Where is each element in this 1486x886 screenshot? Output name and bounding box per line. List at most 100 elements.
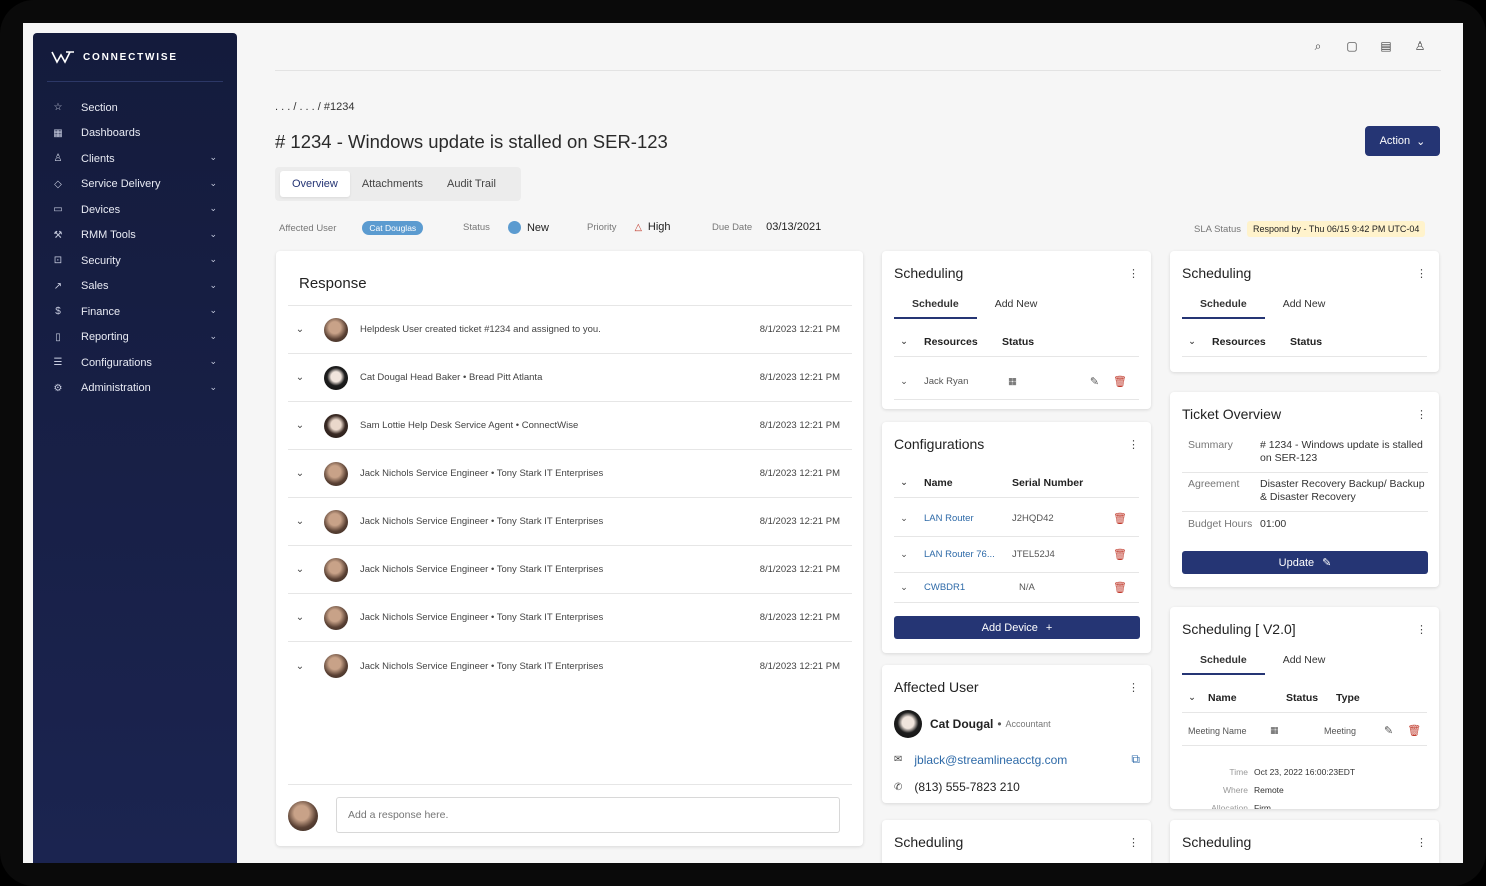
chevron-down-icon[interactable]: ⌄ [288, 661, 312, 672]
chevron-down-icon[interactable]: ⌄ [894, 376, 914, 387]
chevron-down-icon[interactable]: ⌄ [1182, 692, 1202, 703]
tab-schedule[interactable]: Schedule [894, 293, 977, 319]
chevron-down-icon[interactable]: ⌄ [288, 612, 312, 623]
more-vertical-icon[interactable]: ⋮ [1416, 836, 1427, 849]
chat-icon[interactable]: ▢ [1345, 39, 1359, 54]
scheduling-card: Scheduling ⋮ [882, 820, 1151, 863]
sidebar-item-dashboards[interactable]: ▦ Dashboards [33, 121, 237, 147]
plus-icon: + [1045, 621, 1053, 634]
email-link[interactable]: jblack@streamlineacctg.com [914, 753, 1067, 767]
separator-dot: • [997, 717, 1002, 731]
response-row[interactable]: ⌄ Jack Nichols Service Engineer • Tony St… [288, 498, 852, 546]
configuration-link[interactable]: LAN Router 76... [924, 549, 1012, 560]
sidebar-item-devices[interactable]: ▭ Devices ⌄ [33, 197, 237, 223]
tab-overview[interactable]: Overview [280, 171, 350, 197]
response-row[interactable]: ⌄ Jack Nichols Service Engineer • Tony St… [288, 546, 852, 594]
more-vertical-icon[interactable]: ⋮ [1128, 438, 1139, 451]
trend-icon: ↗ [53, 280, 63, 292]
more-vertical-icon[interactable]: ⋮ [1416, 623, 1427, 636]
table-row[interactable]: ⌄ LAN Router 76... JTEL52J4 🗑 [894, 537, 1139, 573]
trash-icon[interactable]: 🗑 [1113, 375, 1127, 388]
more-vertical-icon[interactable]: ⋮ [1416, 408, 1427, 421]
response-row[interactable]: ⌄ Helpdesk User created ticket #1234 and … [288, 306, 852, 354]
trash-icon[interactable]: 🗑 [1113, 548, 1127, 561]
trash-icon[interactable]: 🗑 [1113, 581, 1127, 594]
update-button[interactable]: Update ✎ [1182, 551, 1428, 574]
trash-icon[interactable]: 🗑 [1407, 724, 1421, 737]
response-time: 8/1/2023 12:21 PM [759, 324, 840, 335]
pencil-icon[interactable]: ✎ [1090, 375, 1099, 388]
chevron-down-icon[interactable]: ⌄ [288, 324, 312, 335]
chevron-down-icon[interactable]: ⌄ [288, 516, 312, 527]
more-vertical-icon[interactable]: ⋮ [1128, 836, 1139, 849]
meeting-details: Time Oct 23, 2022 16:00:23EDT Where Remo… [1182, 763, 1355, 809]
response-row[interactable]: ⌄ Cat Dougal Head Baker • Bread Pitt Atla… [288, 354, 852, 402]
table-row[interactable]: Meeting Name ▦ Meeting ✎ 🗑 [1182, 716, 1427, 746]
monitor-icon: ▭ [53, 204, 63, 216]
sidebar-item-sales[interactable]: ↗ Sales ⌄ [33, 274, 237, 300]
tab-schedule[interactable]: Schedule [1182, 649, 1265, 675]
dollar-icon: $ [55, 306, 61, 318]
sidebar-item-finance[interactable]: $ Finance ⌄ [33, 299, 237, 325]
user-icon: ♙ [53, 153, 63, 165]
affected-user-chip[interactable]: Cat Douglas [362, 221, 424, 235]
response-row[interactable]: ⌄ Sam Lottie Help Desk Service Agent • Co… [288, 402, 852, 450]
more-vertical-icon[interactable]: ⋮ [1128, 267, 1139, 280]
table-header: ⌄ Name Serial Number [894, 468, 1139, 498]
copy-icon[interactable]: ⧉ [1131, 752, 1140, 767]
schedule-tabs: Schedule Add New [894, 293, 1055, 319]
sidebar-item-label: Section [81, 101, 118, 114]
card-title: Configurations [894, 436, 985, 452]
breadcrumb[interactable]: . . . / . . . / #1234 [275, 101, 355, 113]
response-author: Sam Lottie Help Desk Service Agent • Con… [360, 420, 579, 431]
chevron-down-icon[interactable]: ⌄ [894, 477, 914, 488]
table-row[interactable]: ⌄ LAN Router J2HQD42 🗑 [894, 501, 1139, 537]
table-row[interactable]: ⌄ Jack Ryan ▦ ✎ 🗑 [894, 364, 1139, 400]
chevron-down-icon[interactable]: ⌄ [288, 372, 312, 383]
tab-add-new[interactable]: Add New [1265, 649, 1344, 675]
sidebar-item-reporting[interactable]: ▯ Reporting ⌄ [33, 325, 237, 351]
response-row[interactable]: ⌄ Jack Nichols Service Engineer • Tony St… [288, 450, 852, 498]
notes-icon[interactable]: ▤ [1379, 39, 1393, 54]
sidebar-item-clients[interactable]: ♙ Clients ⌄ [33, 146, 237, 172]
response-row[interactable]: ⌄ Jack Nichols Service Engineer • Tony St… [288, 594, 852, 642]
sidebar-item-section[interactable]: ☆ Section [33, 95, 237, 121]
phone-number[interactable]: (813) 555-7823 210 [914, 780, 1019, 794]
tab-add-new[interactable]: Add New [977, 293, 1056, 319]
avatar [324, 317, 348, 342]
calendar-icon: ▦ [1008, 376, 1017, 387]
chevron-down-icon[interactable]: ⌄ [894, 582, 914, 593]
tab-add-new[interactable]: Add New [1265, 293, 1344, 319]
tab-schedule[interactable]: Schedule [1182, 293, 1265, 319]
more-vertical-icon[interactable]: ⋮ [1416, 267, 1427, 280]
profile-icon[interactable]: ♙ [1413, 39, 1427, 54]
chevron-down-icon[interactable]: ⌄ [288, 564, 312, 575]
search-icon[interactable]: ⌕ [1311, 39, 1325, 54]
sidebar-item-configurations[interactable]: ☰ Configurations ⌄ [33, 350, 237, 376]
chevron-down-icon[interactable]: ⌄ [1182, 336, 1202, 347]
chevron-down-icon[interactable]: ⌄ [894, 513, 914, 524]
sidebar-item-security[interactable]: ⊡ Security ⌄ [33, 248, 237, 274]
chevron-down-icon[interactable]: ⌄ [288, 468, 312, 479]
tab-attachments[interactable]: Attachments [350, 171, 435, 197]
chevron-down-icon[interactable]: ⌄ [894, 336, 914, 347]
chevron-down-icon[interactable]: ⌄ [894, 549, 914, 560]
configuration-link[interactable]: CWBDR1 [924, 582, 1019, 593]
more-vertical-icon[interactable]: ⋮ [1128, 681, 1139, 694]
chevron-down-icon[interactable]: ⌄ [288, 420, 312, 431]
response-time: 8/1/2023 12:21 PM [759, 516, 840, 527]
trash-icon[interactable]: 🗑 [1113, 512, 1127, 525]
pencil-icon[interactable]: ✎ [1384, 724, 1393, 737]
add-device-button[interactable]: Add Device + [894, 616, 1140, 639]
table-row[interactable]: ⌄ CWBDR1 N/A 🗑 [894, 573, 1139, 603]
tab-audit-trail[interactable]: Audit Trail [435, 171, 508, 197]
chevron-down-icon: ⌄ [209, 203, 217, 213]
sidebar-item-rmm-tools[interactable]: ⚒ RMM Tools ⌄ [33, 223, 237, 249]
response-row[interactable]: ⌄ Jack Nichols Service Engineer • Tony St… [288, 642, 852, 690]
response-input[interactable] [336, 797, 840, 833]
scheduling-card: Scheduling ⋮ Schedule Add New ⌄ Resource… [1170, 251, 1439, 372]
sidebar-item-administration[interactable]: ⚙ Administration ⌄ [33, 376, 237, 402]
sidebar-item-service-delivery[interactable]: ◇ Service Delivery ⌄ [33, 172, 237, 198]
action-button[interactable]: Action ⌄ [1365, 126, 1440, 156]
configuration-link[interactable]: LAN Router [924, 513, 1012, 524]
